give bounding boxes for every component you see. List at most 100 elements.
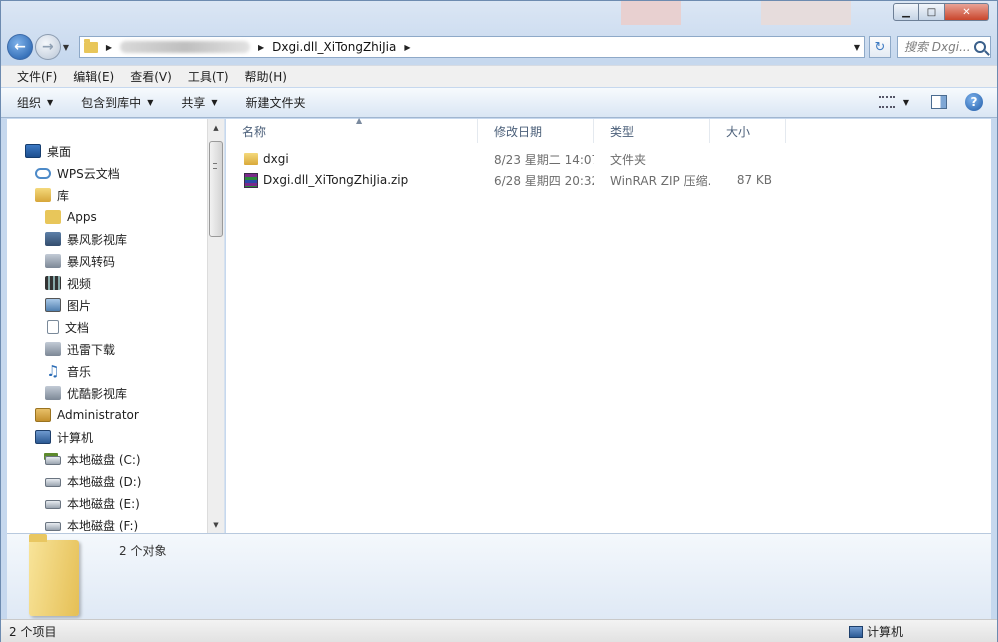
minimize-button[interactable]: ▁ xyxy=(893,3,919,21)
chevron-down-icon[interactable]: ▼ xyxy=(903,98,909,107)
status-bar: 2 个项目 计算机 xyxy=(1,619,997,642)
nav-item-computer[interactable]: 计算机 xyxy=(35,427,93,447)
cloud-icon xyxy=(35,167,51,179)
folder-icon xyxy=(45,210,61,224)
address-bar[interactable]: ▶ ▶ Dxgi.dll_XiTongZhiJia ▶ ▼ xyxy=(78,36,866,58)
nav-item-baofeng-library[interactable]: 暴风影视库 xyxy=(45,229,127,249)
nav-item-label: 图片 xyxy=(67,298,92,313)
organize-button[interactable]: 组织 ▼ xyxy=(17,94,53,111)
preview-pane-icon[interactable] xyxy=(931,95,947,109)
scroll-down-arrow-icon[interactable]: ▼ xyxy=(208,516,224,533)
column-header-label: 类型 xyxy=(610,124,635,139)
navigation-scrollbar[interactable]: ▲ ▼ xyxy=(207,119,224,533)
nav-item-label: WPS云文档 xyxy=(57,166,120,181)
menu-edit[interactable]: 编辑(E) xyxy=(65,68,122,85)
documents-icon xyxy=(47,320,59,334)
music-icon: ♫ xyxy=(46,362,60,380)
nav-item-videos[interactable]: 视频 xyxy=(45,273,91,293)
include-in-library-button[interactable]: 包含到库中 ▼ xyxy=(81,94,153,111)
nav-item-libraries[interactable]: 库 xyxy=(35,185,69,205)
breadcrumb-chevron-icon[interactable]: ▶ xyxy=(106,43,112,52)
nav-item-xunlei-downloads[interactable]: 迅雷下载 xyxy=(45,339,115,359)
include-in-library-label: 包含到库中 xyxy=(81,96,142,110)
address-history-dropdown[interactable]: ▼ xyxy=(854,43,860,52)
nav-item-youku-library[interactable]: 优酷影视库 xyxy=(45,383,127,403)
details-pane: 2 个对象 xyxy=(7,533,991,619)
menu-tools[interactable]: 工具(T) xyxy=(180,68,237,85)
folder-icon xyxy=(83,38,98,53)
nav-item-label: Administrator xyxy=(57,408,139,422)
organize-label: 组织 xyxy=(17,96,42,110)
nav-item-label: 本地磁盘 (E:) xyxy=(67,496,140,511)
back-button[interactable]: ← xyxy=(7,34,33,60)
search-input[interactable] xyxy=(903,40,974,54)
recent-pages-dropdown[interactable]: ▼ xyxy=(63,43,75,52)
scrollbar-thumb[interactable] xyxy=(209,141,223,237)
share-label: 共享 xyxy=(181,96,206,110)
drive-icon xyxy=(45,478,61,487)
column-header-label: 修改日期 xyxy=(494,124,543,139)
nav-item-label: 音乐 xyxy=(67,364,92,379)
menu-help[interactable]: 帮助(H) xyxy=(237,68,295,85)
address-row: ← → ▼ ▶ ▶ Dxgi.dll_XiTongZhiJia ▶ ▼ ↻ xyxy=(7,31,991,63)
file-row[interactable]: dxgi 8/23 星期二 14:07 文件夹 xyxy=(226,149,991,169)
nav-item-pictures[interactable]: 图片 xyxy=(45,295,91,315)
file-name-cell[interactable]: Dxgi.dll_XiTongZhiJia.zip xyxy=(226,172,478,188)
nav-item-label: 计算机 xyxy=(57,430,94,445)
nav-item-drive-c[interactable]: 本地磁盘 (C:) xyxy=(45,449,141,469)
computer-icon xyxy=(35,430,51,444)
file-size: 87 KB xyxy=(736,173,772,187)
navigation-pane: 桌面 WPS云文档 库 Apps 暴风影视库 暴风转码 视频 图片 文档 迅雷下… xyxy=(7,119,225,533)
new-folder-button[interactable]: 新建文件夹 xyxy=(246,94,306,111)
nav-item-administrator[interactable]: Administrator xyxy=(35,405,139,425)
help-icon[interactable]: ? xyxy=(965,93,983,111)
sort-ascending-icon: ▲ xyxy=(356,116,363,125)
file-name: dxgi xyxy=(263,152,289,166)
nav-item-label: 桌面 xyxy=(47,144,72,159)
close-button[interactable]: ✕ xyxy=(945,3,989,21)
file-type: 文件夹 xyxy=(610,152,647,167)
chevron-down-icon: ▼ xyxy=(47,98,54,107)
nav-item-drive-d[interactable]: 本地磁盘 (D:) xyxy=(45,471,141,491)
nav-item-wps-cloud[interactable]: WPS云文档 xyxy=(35,163,120,183)
forward-button[interactable]: → xyxy=(34,34,61,60)
share-button[interactable]: 共享 ▼ xyxy=(181,94,217,111)
breadcrumb-chevron-icon[interactable]: ▶ xyxy=(404,43,410,52)
new-folder-label: 新建文件夹 xyxy=(245,96,306,110)
file-name-cell[interactable]: dxgi xyxy=(226,152,478,166)
menu-view[interactable]: 查看(V) xyxy=(122,68,180,85)
nav-item-drive-e[interactable]: 本地磁盘 (E:) xyxy=(45,493,140,513)
breadcrumb-chevron-icon[interactable]: ▶ xyxy=(258,43,264,52)
download-icon xyxy=(45,342,61,356)
nav-item-drive-f[interactable]: 本地磁盘 (F:) xyxy=(45,515,138,533)
file-row[interactable]: Dxgi.dll_XiTongZhiJia.zip 6/28 星期四 20:32… xyxy=(226,170,991,190)
change-view-icon[interactable] xyxy=(878,96,895,108)
column-header-type[interactable]: 类型 xyxy=(594,119,710,143)
column-header-name[interactable]: ▲ 名称 xyxy=(226,116,478,143)
menu-file[interactable]: 文件(F) xyxy=(9,68,65,85)
nav-item-desktop[interactable]: 桌面 xyxy=(25,141,71,161)
column-header-size[interactable]: 大小 xyxy=(710,119,786,143)
search-icon[interactable] xyxy=(973,41,986,53)
chevron-down-icon: ▼ xyxy=(211,98,218,107)
breadcrumb-redacted[interactable] xyxy=(120,41,250,53)
nav-item-baofeng-transcode[interactable]: 暴风转码 xyxy=(45,251,115,271)
explorer-window: ▁ □ ✕ ← → ▼ ▶ ▶ Dxgi.dll_XiTongZhiJia ▶ … xyxy=(0,0,998,642)
pictures-icon xyxy=(45,298,61,312)
refresh-button[interactable]: ↻ xyxy=(869,36,891,58)
nav-item-label: 暴风转码 xyxy=(67,254,116,269)
breadcrumb-current-folder[interactable]: Dxgi.dll_XiTongZhiJia xyxy=(272,40,396,54)
search-box[interactable] xyxy=(896,36,991,58)
nav-item-apps[interactable]: Apps xyxy=(45,207,97,227)
file-modified: 6/28 星期四 20:32 xyxy=(494,173,594,188)
window-controls: ▁ □ ✕ xyxy=(893,3,989,21)
nav-item-label: 本地磁盘 (D:) xyxy=(67,474,142,489)
column-header-label: 大小 xyxy=(726,124,751,139)
nav-item-documents[interactable]: 文档 xyxy=(47,317,89,337)
nav-item-music[interactable]: ♫ 音乐 xyxy=(45,361,91,381)
drive-icon xyxy=(45,500,61,509)
scroll-up-arrow-icon[interactable]: ▲ xyxy=(208,119,224,136)
command-bar: 组织 ▼ 包含到库中 ▼ 共享 ▼ 新建文件夹 ▼ ? xyxy=(1,88,997,118)
column-header-modified[interactable]: 修改日期 xyxy=(478,119,594,143)
maximize-button[interactable]: □ xyxy=(919,3,945,21)
